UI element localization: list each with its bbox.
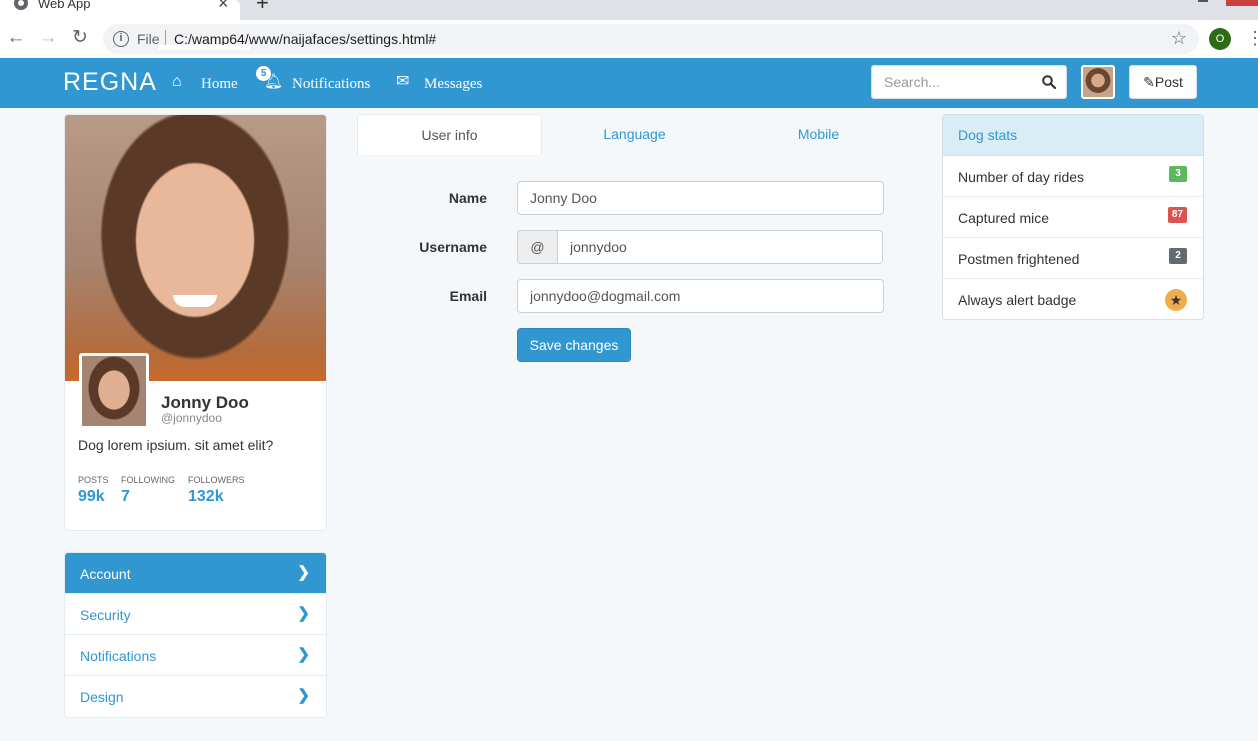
browser-tabstrip: Web App × +	[0, 0, 1258, 20]
search-box	[871, 65, 1067, 99]
bell-icon: 🔔︎	[264, 74, 284, 90]
globe-icon	[14, 0, 28, 10]
stat-posts[interactable]: POSTS 99k	[78, 475, 109, 506]
nav-messages[interactable]: ✉ Messages	[396, 58, 486, 108]
chevron-right-icon: ❯	[297, 564, 310, 581]
back-arrow-icon[interactable]: ←	[6, 28, 26, 48]
dog-stats-title: Dog stats	[943, 115, 1203, 156]
stat-row-label: Always alert badge	[958, 292, 1077, 308]
search-input[interactable]	[872, 66, 1032, 98]
count-badge: 2	[1169, 248, 1187, 264]
window-minimize-icon[interactable]	[1198, 0, 1208, 2]
browser-profile-avatar[interactable]: O	[1209, 28, 1231, 50]
pencil-icon: ✎	[1143, 74, 1155, 90]
profile-bio: Dog lorem ipsium. sit amet elit?	[78, 437, 274, 453]
new-tab-icon[interactable]: +	[256, 0, 269, 14]
nav-notifications-label: Notifications	[292, 76, 371, 92]
brand-logo[interactable]: REGNA	[63, 68, 157, 97]
star-icon: ★	[1165, 289, 1187, 311]
search-icon[interactable]	[1042, 75, 1056, 89]
stat-following[interactable]: FOLLOWING 7	[121, 475, 175, 506]
window-close-button[interactable]	[1226, 0, 1258, 6]
stat-value: 132k	[188, 488, 224, 505]
profile-name[interactable]: Jonny Doo	[161, 393, 249, 413]
tab-mobile[interactable]: Mobile	[726, 114, 911, 155]
count-badge: 87	[1167, 207, 1187, 223]
dog-stats-panel: Dog stats Number of day rides 3 Captured…	[942, 114, 1204, 320]
profile-handle[interactable]: @jonnydoo	[161, 411, 222, 425]
menu-item-label: Notifications	[80, 648, 157, 664]
nav-notifications[interactable]: 🔔︎ Notifications	[264, 58, 374, 108]
menu-item-design[interactable]: Design ❯	[65, 676, 326, 717]
cover-smile-shape	[173, 295, 217, 307]
user-avatar[interactable]	[1081, 65, 1115, 99]
username-addon: @	[517, 230, 558, 264]
notifications-count-badge: 5	[256, 66, 271, 81]
url-scheme: File	[137, 31, 160, 47]
address-bar[interactable]: i File C:/wamp64/www/naijafaces/settings…	[103, 24, 1199, 54]
count-badge: 3	[1169, 166, 1187, 182]
stat-row-label: Postmen frightened	[958, 251, 1080, 267]
stat-row-label: Captured mice	[958, 210, 1050, 226]
menu-item-label: Security	[80, 607, 131, 623]
browser-tab[interactable]: Web App ×	[0, 0, 240, 20]
menu-item-label: Design	[80, 689, 124, 705]
browser-tab-title: Web App	[38, 0, 91, 11]
settings-side-menu: Account ❯ Security ❯ Notifications ❯ Des…	[64, 552, 327, 718]
forward-arrow-icon[interactable]: →	[38, 28, 58, 48]
stat-label: FOLLOWING	[121, 475, 176, 485]
name-label: Name	[448, 190, 487, 206]
menu-item-label: Account	[80, 566, 131, 582]
post-button[interactable]: ✎Post	[1129, 65, 1197, 99]
profile-card: Jonny Doo @jonnydoo Dog lorem ipsium. si…	[64, 114, 327, 531]
browser-toolbar: ← → ↻ i File C:/wamp64/www/naijafaces/se…	[0, 20, 1258, 58]
menu-item-notifications[interactable]: Notifications ❯	[65, 635, 326, 676]
list-item: Captured mice 87	[943, 197, 1203, 238]
list-item: Postmen frightened 2	[943, 238, 1203, 279]
envelope-icon: ✉	[396, 73, 410, 90]
app-navbar: REGNA ⌂ Home 🔔︎ Notifications ✉ Messages…	[0, 58, 1258, 108]
browser-menu-icon[interactable]: ⋮	[1246, 28, 1258, 48]
info-icon[interactable]: i	[113, 31, 129, 47]
stat-label: FOLLOWERS	[188, 475, 245, 485]
nav-home-label: Home	[201, 76, 238, 92]
nav-messages-label: Messages	[424, 76, 483, 92]
list-item: Number of day rides 3	[943, 156, 1203, 197]
home-icon: ⌂	[172, 73, 182, 90]
menu-item-account[interactable]: Account ❯	[65, 553, 326, 594]
stat-label: POSTS	[78, 475, 109, 485]
profile-avatar[interactable]	[79, 353, 149, 429]
stat-row-label: Number of day rides	[958, 169, 1085, 185]
stat-followers[interactable]: FOLLOWERS 132k	[188, 475, 245, 506]
profile-cover-image	[65, 115, 326, 381]
name-field[interactable]	[517, 181, 884, 215]
tab-language[interactable]: Language	[542, 114, 727, 155]
post-button-label: Post	[1154, 74, 1183, 90]
save-changes-button[interactable]: Save changes	[517, 328, 631, 362]
username-field[interactable]	[557, 230, 883, 264]
close-icon[interactable]: ×	[218, 0, 229, 12]
tab-user-info[interactable]: User info	[357, 114, 542, 155]
reload-icon[interactable]: ↻	[70, 28, 90, 48]
settings-tabs: User info Language Mobile	[357, 114, 911, 155]
chevron-right-icon: ❯	[297, 687, 310, 704]
profile-avatar-image	[82, 356, 146, 426]
nav-home-active-indicator	[158, 45, 250, 50]
nav-home[interactable]: ⌂ Home	[172, 58, 252, 108]
email-label: Email	[449, 288, 487, 304]
chevron-right-icon: ❯	[297, 646, 310, 663]
stat-value: 99k	[78, 488, 105, 505]
list-item: Always alert badge ★	[943, 279, 1203, 319]
username-label: Username	[419, 239, 487, 255]
menu-item-security[interactable]: Security ❯	[65, 594, 326, 635]
stat-value: 7	[121, 488, 130, 505]
chevron-right-icon: ❯	[297, 605, 310, 622]
email-field[interactable]	[517, 279, 884, 313]
bookmark-star-icon[interactable]: ☆	[1171, 28, 1187, 49]
